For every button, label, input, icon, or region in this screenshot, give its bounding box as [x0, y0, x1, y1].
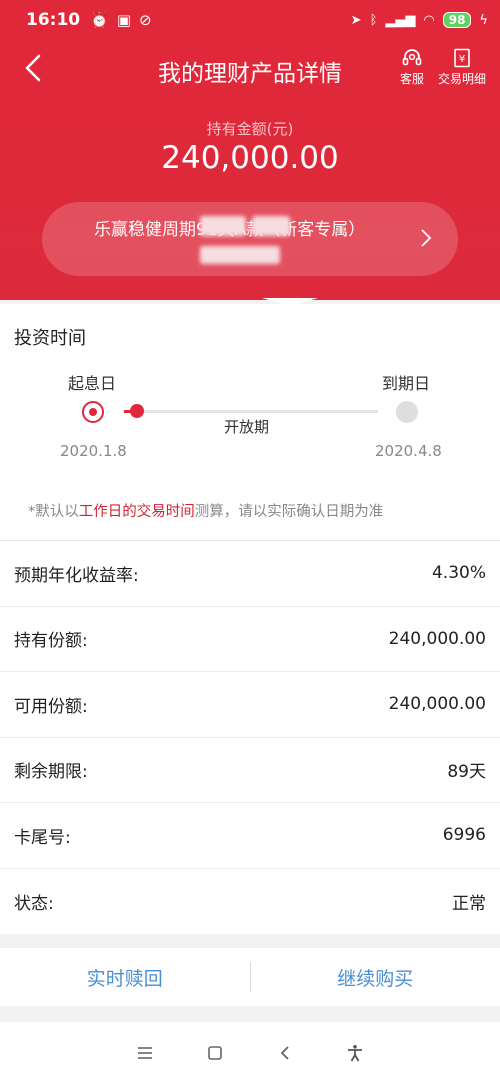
alarm-icon: ⏰: [90, 11, 109, 29]
system-nav-bar: [0, 1022, 500, 1083]
date-note: *默认以工作日的交易时间测算，请以实际确认日期为准: [28, 500, 383, 521]
detail-label: 可用份额:: [14, 696, 88, 717]
detail-row: 预期年化收益率: 4.30%: [0, 541, 500, 607]
detail-label: 卡尾号:: [14, 827, 71, 848]
buy-more-button[interactable]: 继续购买: [251, 964, 500, 991]
detail-value: 240,000.00: [388, 628, 486, 649]
status-bar: 16:10 ⏰ ▣ ⊘ ➤ ᛒ ▂▄▆ ◠ 98 ϟ: [0, 0, 500, 40]
start-marker-icon: [82, 401, 104, 423]
end-date-label: 到期日: [382, 374, 431, 393]
back-arrow-icon: [280, 1045, 289, 1060]
detail-row: 可用份额: 240,000.00: [0, 672, 500, 738]
note-highlight-link[interactable]: 工作日的交易时间: [79, 504, 195, 520]
detail-label: 状态:: [14, 893, 54, 914]
location-icon: ➤: [350, 12, 362, 28]
redacted-block: [252, 216, 290, 236]
menu-button[interactable]: [130, 1038, 160, 1068]
do-not-disturb-icon: ⊘: [139, 11, 152, 29]
chevron-left-icon: [25, 54, 41, 82]
transactions-button[interactable]: ¥ 交易明细: [438, 48, 486, 87]
menu-icon: [138, 1046, 152, 1059]
status-time: 16:10: [26, 10, 81, 30]
accessibility-button[interactable]: [340, 1038, 370, 1068]
transactions-label: 交易明细: [437, 72, 486, 86]
bank-app-icon: ▣: [116, 11, 131, 29]
redacted-block: [200, 216, 246, 236]
signal-icon: ▂▄▆: [385, 12, 416, 28]
detail-label: 剩余期限:: [14, 762, 88, 783]
detail-value: 4.30%: [431, 563, 486, 584]
detail-label: 持有份额:: [14, 631, 88, 652]
detail-row: 持有份额: 240,000.00: [0, 607, 500, 672]
details-list: 预期年化收益率: 4.30% 持有份额: 240,000.00 可用份额: 240,000…: [0, 540, 500, 934]
nav-bar-top: 我的理财产品详情 客服 ¥ 交易明细: [0, 40, 500, 96]
detail-value: 正常: [452, 893, 486, 914]
accessibility-icon: [348, 1044, 362, 1061]
holding-label: 持有金额(元): [206, 120, 294, 138]
end-marker-icon: [396, 401, 418, 423]
start-date: 2020.1.8: [60, 442, 127, 460]
start-date-label: 起息日: [68, 374, 117, 393]
action-bar: 实时赎回 继续购买: [0, 948, 500, 1006]
note-suffix: 测算，请以实际确认日期为准: [194, 504, 384, 520]
status-system-icons: ➤ ᛒ ▂▄▆ ◠ 98 ϟ: [351, 12, 488, 28]
detail-value: 89天: [447, 762, 486, 783]
bluetooth-icon: ᛒ: [369, 12, 378, 28]
detail-value: 6996: [442, 825, 486, 846]
detail-row: 剩余期限: 89天: [0, 738, 500, 803]
section-title: 投资时间: [14, 328, 86, 349]
back-button[interactable]: [18, 50, 48, 86]
detail-row: 状态: 正常: [0, 869, 500, 935]
detail-row: 卡尾号: 6996: [0, 803, 500, 869]
note-prefix: *默认以: [28, 504, 79, 520]
redeem-button[interactable]: 实时赎回: [0, 964, 250, 991]
customer-service-label: 客服: [399, 72, 424, 86]
customer-service-button[interactable]: 客服: [400, 48, 424, 87]
chevron-right-icon: [421, 229, 432, 247]
home-button[interactable]: [200, 1038, 230, 1068]
timeline-track: [124, 410, 378, 413]
detail-label: 预期年化收益率:: [14, 565, 139, 586]
investment-time-card: 投资时间 起息日 到期日 开放期 2020.1.8 2020.4.8 *默认以工…: [0, 304, 500, 540]
status-notification-icons: ⏰ ▣ ⊘: [90, 11, 151, 29]
svg-text:¥: ¥: [459, 54, 465, 65]
end-date: 2020.4.8: [375, 442, 442, 460]
redacted-block: [200, 246, 280, 264]
receipt-icon: ¥: [454, 48, 470, 68]
wifi-icon: ◠: [423, 12, 435, 28]
timeline-current-marker: [129, 404, 144, 418]
period-label: 开放期: [224, 418, 270, 436]
square-home-icon: [208, 1045, 222, 1060]
system-back-button[interactable]: [270, 1038, 300, 1068]
detail-value: 240,000.00: [388, 694, 486, 715]
headset-icon: [402, 49, 422, 66]
holding-amount: 240,000.00: [161, 140, 339, 176]
product-card[interactable]: 乐赢稳健周期91天A款（新客专属）: [42, 202, 458, 276]
battery-icon: 98: [442, 12, 472, 28]
header: 我的理财产品详情 客服 ¥ 交易明细 持有金额(元) 240,000.00 乐赢…: [0, 40, 500, 300]
charging-icon: ϟ: [479, 12, 488, 28]
